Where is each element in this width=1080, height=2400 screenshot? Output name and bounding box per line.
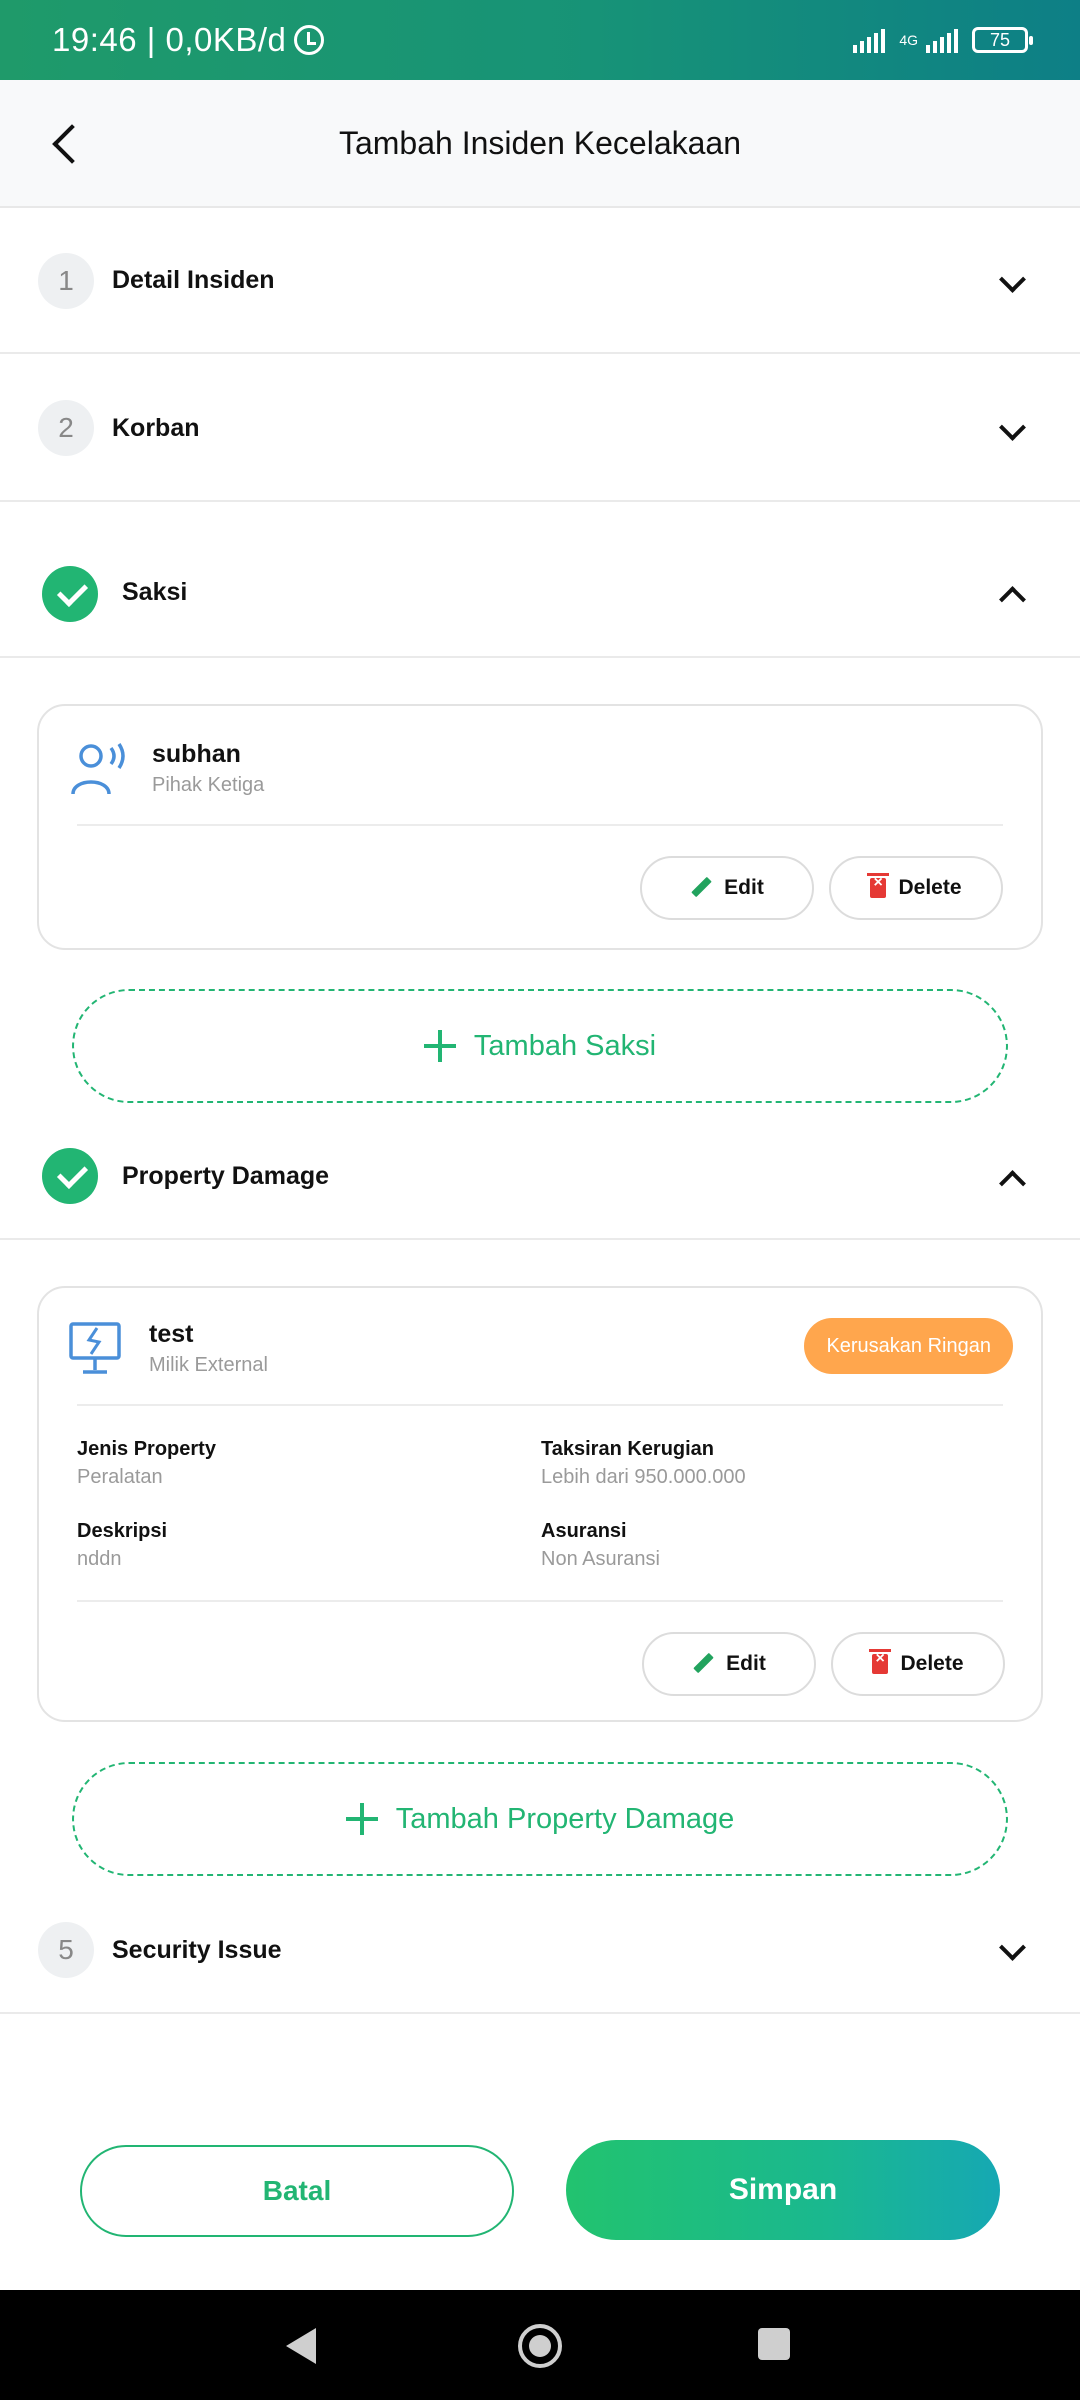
severity-badge: Kerusakan Ringan [804, 1318, 1013, 1374]
pencil-icon [690, 877, 712, 899]
check-circle-icon [42, 566, 98, 622]
deskripsi-label: Deskripsi [77, 1520, 168, 1542]
delete-button[interactable]: Delete [831, 1632, 1005, 1696]
nav-recents-icon[interactable] [758, 2328, 790, 2360]
delete-label: Delete [898, 876, 962, 899]
step-number: 5 [38, 1922, 94, 1978]
step-number: 1 [38, 253, 94, 309]
section-security-issue[interactable]: 5 Security Issue [0, 1890, 1080, 2014]
section-detail-insiden[interactable]: 1 Detail Insiden [0, 208, 1080, 354]
asuransi-label: Asuransi [541, 1520, 627, 1542]
step-number: 2 [38, 400, 94, 456]
property-card: test Milik External Kerusakan Ringan Jen… [37, 1286, 1043, 1722]
signal-icon [853, 27, 886, 53]
divider [77, 1600, 1003, 1602]
deskripsi-value: nddn [77, 1548, 122, 1570]
broken-monitor-icon [69, 1322, 121, 1374]
bottom-action-bar: Batal Simpan [0, 2090, 1080, 2290]
save-button[interactable]: Simpan [566, 2140, 1000, 2240]
witness-card: subhan Pihak Ketiga Edit Delete [37, 704, 1043, 950]
section-title: Property Damage [122, 1162, 330, 1190]
pencil-icon [692, 1653, 714, 1675]
jenis-property-label: Jenis Property [77, 1438, 216, 1460]
witness-name: subhan [152, 740, 241, 768]
section-title: Saksi [122, 578, 188, 606]
plus-icon [345, 1803, 378, 1835]
check-circle-icon [42, 1148, 98, 1204]
property-owner: Milik External [149, 1354, 268, 1376]
section-saksi[interactable]: Saksi [0, 502, 1080, 658]
section-title: Detail Insiden [112, 266, 275, 294]
asuransi-value: Non Asuransi [541, 1548, 660, 1570]
chevron-up-icon[interactable] [1000, 1166, 1022, 1188]
section-korban[interactable]: 2 Korban [0, 354, 1080, 502]
navigation-bar [0, 2290, 1080, 2400]
chevron-down-icon[interactable] [1000, 1940, 1022, 1962]
edit-button[interactable]: Edit [640, 856, 814, 920]
section-title: Korban [112, 414, 200, 442]
chevron-up-icon[interactable] [1000, 582, 1022, 604]
divider [77, 824, 1003, 826]
witness-role: Pihak Ketiga [152, 774, 265, 796]
cancel-button[interactable]: Batal [80, 2145, 514, 2237]
trash-icon [869, 1649, 892, 1674]
taksiran-value: Lebih dari 950.000.000 [541, 1466, 746, 1488]
status-time: 19:46 | 0,0KB/d [52, 21, 287, 58]
chevron-down-icon[interactable] [1000, 420, 1022, 442]
delete-label: Delete [900, 1652, 964, 1675]
alarm-icon [294, 25, 325, 55]
section-title: Security Issue [112, 1936, 282, 1964]
jenis-property-value: Peralatan [77, 1466, 163, 1488]
add-witness-button[interactable]: Tambah Saksi [72, 989, 1008, 1103]
edit-label: Edit [724, 876, 764, 899]
battery-icon: 75 [972, 27, 1033, 53]
signal-icon-2 [926, 27, 958, 53]
delete-button[interactable]: Delete [829, 856, 1003, 920]
add-property-damage-button[interactable]: Tambah Property Damage [72, 1762, 1008, 1876]
add-property-label: Tambah Property Damage [395, 1802, 735, 1835]
status-bar: 19:46 | 0,0KB/d 4G 75 [0, 0, 1080, 80]
edit-label: Edit [726, 1652, 766, 1675]
person-speaking-icon [71, 743, 125, 795]
trash-icon [867, 873, 890, 898]
add-witness-label: Tambah Saksi [473, 1029, 657, 1062]
chevron-down-icon[interactable] [1000, 272, 1022, 294]
divider [77, 1404, 1003, 1406]
app-header: Tambah Insiden Kecelakaan [0, 80, 1080, 208]
nav-home-icon[interactable] [518, 2324, 562, 2368]
taksiran-label: Taksiran Kerugian [541, 1438, 715, 1460]
back-arrow-icon[interactable] [46, 120, 90, 168]
page-title: Tambah Insiden Kecelakaan [338, 124, 742, 161]
network-type: 4G [899, 32, 918, 48]
nav-back-icon[interactable] [286, 2328, 316, 2364]
section-property-damage[interactable]: Property Damage [0, 1120, 1080, 1240]
plus-icon [423, 1030, 456, 1062]
property-name: test [149, 1320, 194, 1348]
edit-button[interactable]: Edit [642, 1632, 816, 1696]
